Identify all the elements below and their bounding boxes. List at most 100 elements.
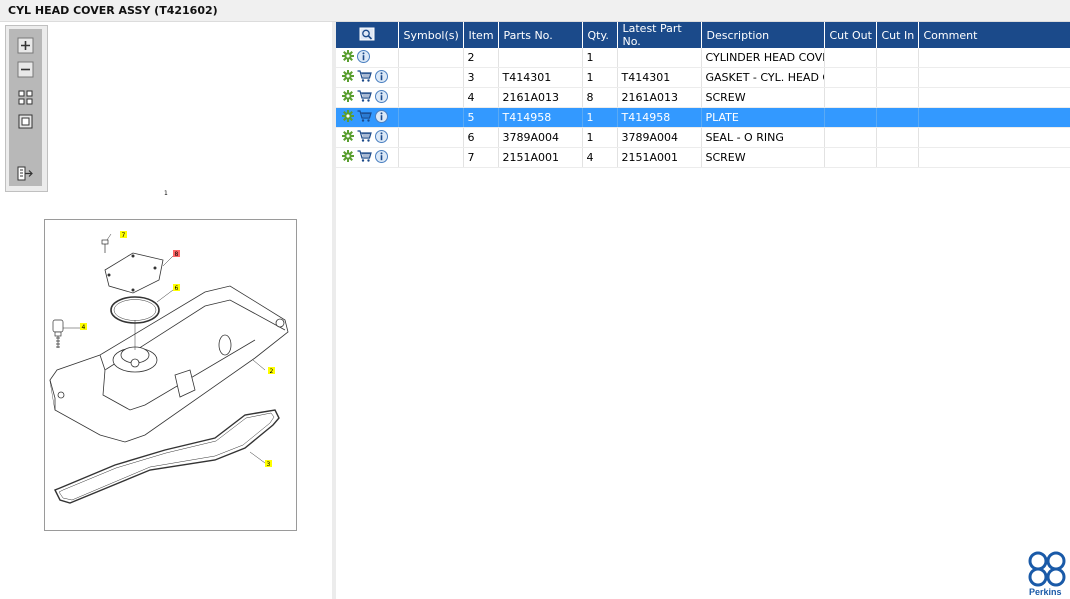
export-icon (17, 166, 33, 181)
table-row[interactable]: 7 2151A001 4 2151A001 SCREW (336, 147, 1070, 168)
qty-cell: 8 (582, 87, 618, 108)
item-cell: 2 (463, 48, 499, 68)
gear-icon[interactable] (342, 150, 354, 165)
gear-icon[interactable] (342, 130, 354, 145)
column-header-description[interactable]: Description (701, 22, 825, 48)
zoom-toolbar (5, 25, 48, 192)
fit-window-button[interactable] (17, 113, 34, 130)
cut-in-cell (876, 127, 919, 148)
fit-window-icon (18, 114, 33, 129)
cover-part (49, 285, 289, 443)
description-cell: CYLINDER HEAD COVER (701, 48, 825, 68)
gear-icon[interactable] (342, 50, 354, 65)
cut-out-cell (824, 147, 877, 168)
cart-icon[interactable] (357, 150, 372, 165)
gear-icon[interactable] (342, 110, 354, 125)
column-header-cut-out[interactable]: Cut Out (824, 22, 877, 48)
latest-part-no-cell: 2151A001 (617, 147, 702, 168)
symbols-cell (398, 127, 464, 148)
cart-icon[interactable] (357, 110, 372, 125)
part-no-cell (498, 48, 583, 68)
column-header-search[interactable] (336, 22, 399, 48)
part-no-cell: 3789A004 (498, 127, 583, 148)
info-icon[interactable] (375, 149, 388, 166)
parts-table: Symbol(s) Item Parts No. Qty. Latest Par… (336, 22, 1070, 168)
cut-out-cell (824, 107, 877, 128)
table-row[interactable]: 4 2161A013 8 2161A013 SCREW (336, 87, 1070, 108)
cut-out-cell (824, 48, 877, 68)
table-row[interactable]: 3T4143011T414301GASKET - CYL. HEAD CO (336, 67, 1070, 88)
zoom-in-icon (17, 37, 34, 54)
comment-cell (918, 48, 1070, 68)
row-actions-cell (336, 87, 399, 108)
info-icon[interactable] (375, 89, 388, 106)
callout-assembly: 1 (164, 190, 168, 197)
parts-illustration: 7 8 6 4 2 3 (49, 212, 289, 504)
item-cell: 7 (463, 147, 499, 168)
column-header-parts-no[interactable]: Parts No. (498, 22, 583, 48)
column-header-cut-in[interactable]: Cut In (876, 22, 919, 48)
symbols-cell (398, 107, 464, 128)
table-row[interactable]: 6 3789A004 1 3789A004 SEAL - O RING (336, 127, 1070, 148)
callout-6: 6 (175, 285, 179, 292)
fit-all-icon (18, 90, 33, 105)
zoom-in-button[interactable] (17, 37, 34, 54)
item-cell: 5 (463, 107, 499, 128)
comment-cell (918, 147, 1070, 168)
column-header-latest-part-no[interactable]: Latest Part No. (617, 22, 702, 48)
description-cell: SEAL - O RING (701, 127, 825, 148)
callout-8: 8 (175, 251, 179, 258)
cut-out-cell (824, 127, 877, 148)
comment-cell (918, 127, 1070, 148)
info-icon[interactable] (375, 69, 388, 86)
cut-in-cell (876, 48, 919, 68)
comment-cell (918, 87, 1070, 108)
latest-part-no-cell: T414958 (617, 107, 702, 128)
row-actions-cell (336, 67, 399, 88)
table-row[interactable]: 2 1 CYLINDER HEAD COVER (336, 48, 1070, 68)
symbols-cell (398, 48, 464, 68)
row-actions-cell (336, 147, 399, 168)
cart-icon[interactable] (357, 130, 372, 145)
cart-icon[interactable] (357, 90, 372, 105)
column-header-qty[interactable]: Qty. (582, 22, 618, 48)
cut-out-cell (824, 87, 877, 108)
column-header-item[interactable]: Item (463, 22, 499, 48)
gear-icon[interactable] (342, 90, 354, 105)
description-cell: PLATE (701, 107, 825, 128)
info-icon[interactable] (375, 109, 388, 126)
oring-part (110, 296, 160, 324)
part-no-cell: 2161A013 (498, 87, 583, 108)
cut-in-cell (876, 87, 919, 108)
symbols-cell (398, 87, 464, 108)
qty-cell: 1 (582, 127, 618, 148)
export-button[interactable] (17, 165, 34, 182)
exploded-diagram[interactable]: 7 8 6 4 2 3 (44, 212, 297, 531)
callout-2: 2 (270, 368, 274, 375)
table-header-row: Symbol(s) Item Parts No. Qty. Latest Par… (336, 22, 1070, 48)
symbols-cell (398, 147, 464, 168)
cart-icon[interactable] (357, 70, 372, 85)
part-no-cell: 2151A001 (498, 147, 583, 168)
window-title: CYL HEAD COVER ASSY (T421602) (8, 4, 218, 17)
column-header-symbols[interactable]: Symbol(s) (398, 22, 464, 48)
item-cell: 6 (463, 127, 499, 148)
cut-out-cell (824, 67, 877, 88)
brand-name: Perkins (1029, 587, 1062, 597)
info-icon[interactable] (357, 49, 370, 66)
toolbar-background (9, 29, 42, 186)
row-actions-cell (336, 107, 399, 128)
drawing-panel[interactable]: 1 7 8 6 4 2 3 (0, 22, 332, 599)
fit-all-button[interactable] (17, 89, 34, 106)
table-row[interactable]: 5 T414958 1 T414958 PLATE (336, 107, 1070, 128)
callout-3: 3 (267, 461, 271, 468)
description-cell: SCREW (701, 87, 825, 108)
cut-in-cell (876, 147, 919, 168)
symbols-cell (398, 67, 464, 88)
zoom-out-button[interactable] (17, 61, 34, 78)
qty-cell: 1 (582, 48, 618, 68)
gear-icon[interactable] (342, 70, 354, 85)
info-icon[interactable] (375, 129, 388, 146)
column-header-comment[interactable]: Comment (918, 22, 1070, 48)
cut-in-cell (876, 107, 919, 128)
